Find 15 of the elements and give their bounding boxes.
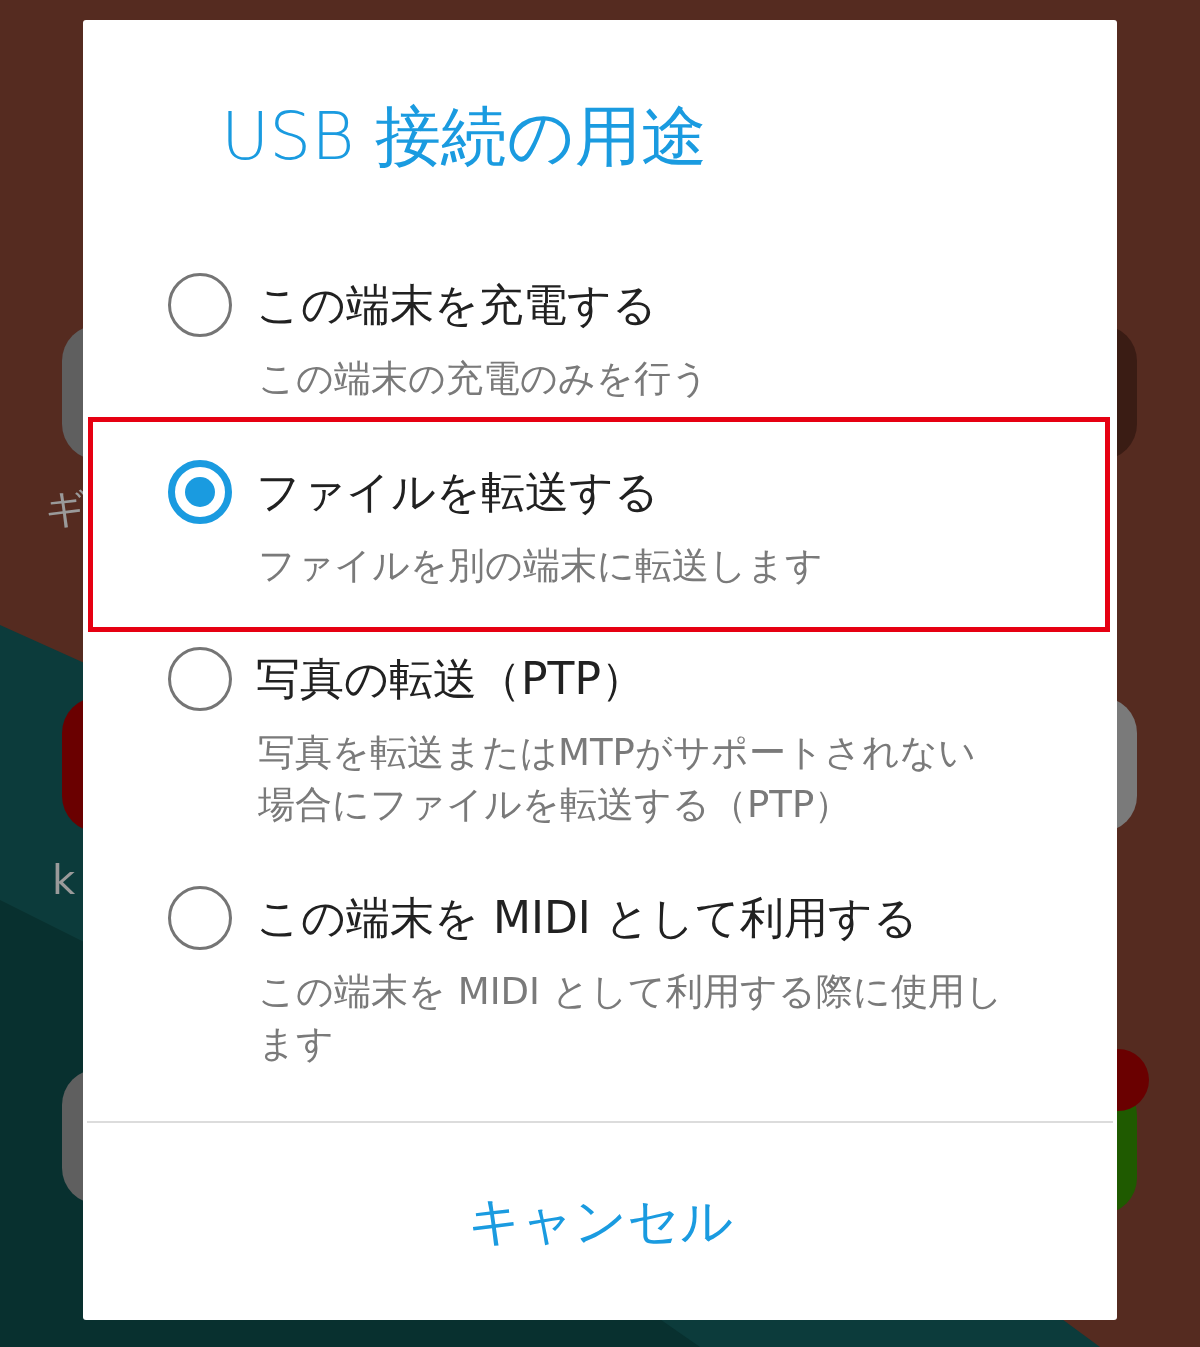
option-label[interactable]: この端末を充電する [256,273,1107,337]
option-description: この端末を MIDI として利用する際に使用します [258,969,1004,1067]
app-label: k [52,860,76,900]
radio-button[interactable] [168,647,232,711]
option-label[interactable]: ファイルを転送する [256,460,1107,524]
radio-button[interactable] [168,273,232,337]
option-label[interactable]: 写真の転送（PTP） [256,647,1107,711]
option-description: この端末の充電のみを行う [258,356,710,402]
app-label: ギ [45,488,86,528]
radio-button[interactable] [168,886,232,950]
dialog-title: USB 接続の用途 [220,97,708,177]
option-label[interactable]: この端末を MIDI として利用する [256,886,1107,950]
radio-button[interactable] [168,460,232,524]
option-description: ファイルを別の端末に転送します [258,543,824,589]
option-description: 写真を転送またはMTPがサポートされない場合にファイルを転送する（PTP） [258,730,977,828]
